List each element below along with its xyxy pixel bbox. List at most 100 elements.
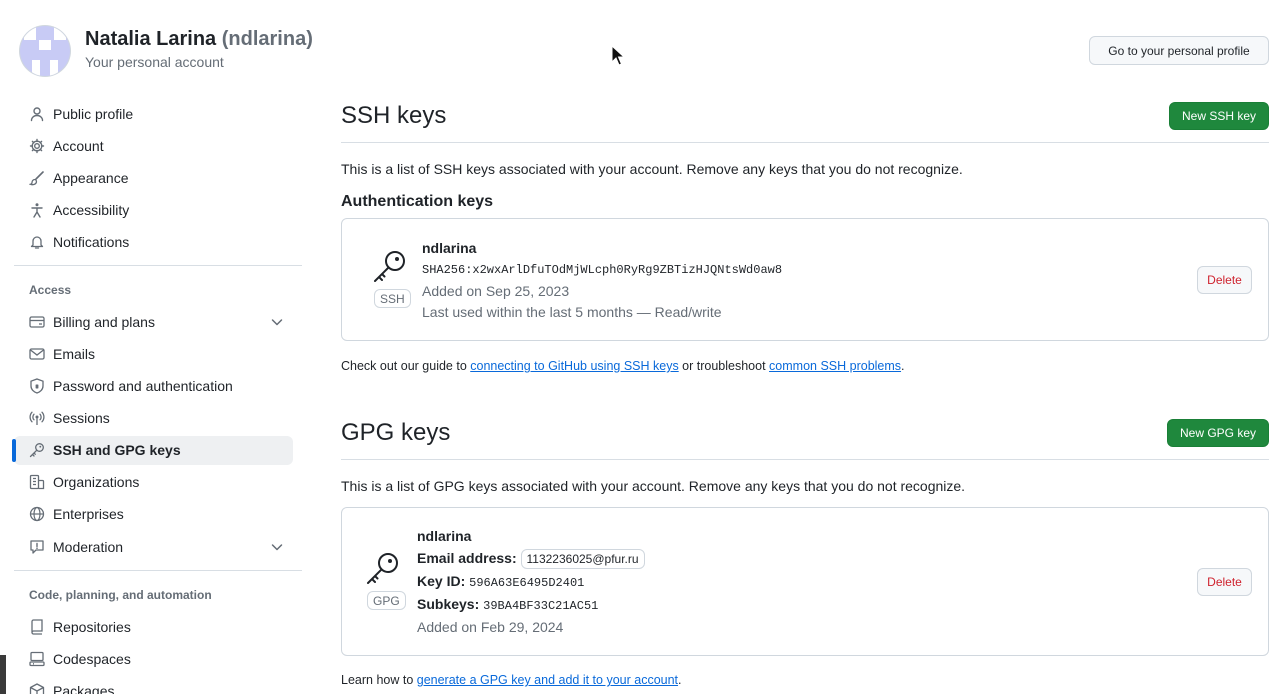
- sidebar-item-label: Repositories: [53, 619, 131, 635]
- sidebar-item-password-authentication[interactable]: Password and authentication: [14, 372, 293, 401]
- sidebar-item-codespaces[interactable]: Codespaces: [14, 645, 293, 674]
- organization-icon: [29, 474, 45, 490]
- gpg-keys-heading: GPG keys: [341, 419, 451, 446]
- sidebar-item-moderation[interactable]: Moderation: [14, 533, 293, 562]
- go-to-profile-button[interactable]: Go to your personal profile: [1089, 36, 1269, 65]
- sidebar-item-repositories[interactable]: Repositories: [14, 613, 293, 642]
- gpg-key-id-row: Key ID: 596A63E6495D2401: [417, 573, 584, 590]
- ssh-guide-prefix: Check out our guide to: [341, 359, 471, 373]
- ssh-key-type-badge: SSH: [374, 289, 411, 308]
- key-icon: [374, 251, 405, 282]
- sidebar-item-enterprises[interactable]: Enterprises: [14, 500, 293, 529]
- sidebar-item-label: Enterprises: [53, 506, 124, 522]
- sidebar-item-public-profile[interactable]: Public profile: [14, 100, 293, 129]
- codespaces-icon: [29, 651, 45, 667]
- sidebar-item-label: Moderation: [53, 539, 124, 555]
- gpg-subkeys-label: Subkeys:: [417, 596, 480, 612]
- sidebar-item-packages[interactable]: Packages: [14, 677, 293, 694]
- gpg-key-added-date: Added on Feb 29, 2024: [417, 619, 564, 635]
- gpg-key-type-badge: GPG: [367, 591, 406, 610]
- sidebar-heading-access: Access: [29, 283, 72, 297]
- gpg-key-title: ndlarina: [417, 528, 472, 544]
- gpg-description: This is a list of GPG keys associated wi…: [341, 478, 966, 494]
- ssh-key-last-used: Last used within the last 5 months — Rea…: [422, 304, 722, 320]
- ssh-guide-suffix: .: [901, 359, 905, 373]
- gpg-learn-text: Learn how to generate a GPG key and add …: [341, 673, 682, 687]
- gpg-subkeys-row: Subkeys: 39BA4BF33C21AC51: [417, 596, 598, 613]
- sidebar-item-sessions[interactable]: Sessions: [14, 404, 293, 433]
- sidebar-item-emails[interactable]: Emails: [14, 340, 293, 369]
- gpg-keyid-value: 596A63E6495D2401: [469, 576, 585, 590]
- window-edge: [0, 655, 6, 694]
- delete-gpg-key-button[interactable]: Delete: [1197, 568, 1252, 596]
- gpg-key-email-row: Email address: 1132236025@pfur.ru: [417, 549, 645, 569]
- key-icon: [29, 443, 44, 458]
- sidebar-item-label: Password and authentication: [53, 378, 233, 394]
- sidebar-item-notifications[interactable]: Notifications: [14, 228, 293, 257]
- gear-icon: [29, 138, 45, 154]
- sidebar-item-label: Appearance: [53, 170, 129, 186]
- gpg-generate-link[interactable]: generate a GPG key and add it to your ac…: [417, 673, 678, 687]
- delete-ssh-key-button[interactable]: Delete: [1197, 266, 1252, 294]
- sidebar-item-accessibility[interactable]: Accessibility: [14, 196, 293, 225]
- sidebar-divider: [14, 265, 302, 266]
- sidebar-item-label: Emails: [53, 346, 96, 362]
- ssh-keys-heading: SSH keys: [341, 102, 447, 129]
- ssh-key-added-date: Added on Sep 25, 2023: [422, 283, 570, 299]
- sidebar-divider: [14, 570, 302, 571]
- mouse-cursor-icon: [611, 45, 625, 66]
- report-icon: [30, 540, 44, 554]
- ssh-guide-middle: or troubleshoot: [678, 359, 770, 373]
- sidebar-item-label: Codespaces: [53, 651, 131, 667]
- sidebar-item-label: Notifications: [53, 234, 130, 250]
- chevron-down-icon[interactable]: [270, 315, 284, 329]
- sidebar-item-label: Billing and plans: [53, 314, 155, 330]
- ssh-guide-link[interactable]: connecting to GitHub using SSH keys: [470, 359, 678, 373]
- gpg-email-label: Email address:: [417, 550, 517, 566]
- shield-lock-icon: [30, 378, 44, 394]
- gpg-learn-prefix: Learn how to: [341, 673, 417, 687]
- sidebar-item-label: Accessibility: [53, 202, 130, 218]
- broadcast-icon: [29, 411, 45, 425]
- ssh-key-title: ndlarina: [422, 240, 477, 256]
- paintbrush-icon: [29, 171, 44, 186]
- ssh-troubleshoot-link[interactable]: common SSH problems: [769, 359, 901, 373]
- sidebar-item-label: Public profile: [53, 106, 134, 122]
- accessibility-icon: [31, 203, 43, 218]
- gpg-subkeys-value: 39BA4BF33C21AC51: [483, 599, 599, 613]
- new-gpg-key-button[interactable]: New GPG key: [1167, 419, 1269, 447]
- sidebar-item-label: Account: [53, 138, 104, 154]
- account-login: (ndlarina): [221, 28, 313, 50]
- sidebar-heading-code: Code, planning, and automation: [29, 588, 212, 602]
- sidebar-item-label: Sessions: [53, 410, 110, 426]
- sidebar-item-label: SSH and GPG keys: [53, 442, 181, 458]
- globe-icon: [29, 506, 45, 522]
- person-icon: [30, 107, 44, 122]
- sidebar-item-ssh-gpg-keys[interactable]: SSH and GPG keys: [12, 436, 293, 465]
- chevron-down-icon[interactable]: [270, 540, 284, 554]
- account-display-name: Natalia Larina: [85, 28, 217, 50]
- repo-icon: [31, 619, 43, 635]
- ssh-key-item: SSH ndlarina SHA256:x2wxArlDfuTOdMjWLcph…: [341, 218, 1269, 341]
- gpg-keyid-label: Key ID:: [417, 573, 466, 589]
- new-ssh-key-button[interactable]: New SSH key: [1169, 102, 1269, 130]
- sidebar-item-appearance[interactable]: Appearance: [14, 164, 293, 193]
- key-icon: [367, 553, 398, 584]
- sidebar-item-label: Organizations: [53, 474, 140, 490]
- ssh-guide-text: Check out our guide to connecting to Git…: [341, 359, 905, 373]
- gpg-email-value: 1132236025@pfur.ru: [520, 549, 645, 569]
- account-name: Natalia Larina (ndlarina): [85, 28, 313, 51]
- account-subtitle: Your personal account: [85, 54, 224, 70]
- avatar[interactable]: [20, 26, 70, 76]
- package-icon: [29, 683, 45, 694]
- sidebar-item-label: Packages: [53, 683, 115, 694]
- sidebar-item-organizations[interactable]: Organizations: [14, 468, 293, 497]
- bell-icon: [30, 236, 44, 249]
- section-divider: [341, 142, 1269, 143]
- mail-icon: [29, 348, 45, 360]
- credit-card-icon: [29, 316, 45, 328]
- gpg-learn-suffix: .: [678, 673, 682, 687]
- gpg-key-item: GPG ndlarina Email address: 1132236025@p…: [341, 507, 1269, 656]
- sidebar-item-billing[interactable]: Billing and plans: [14, 308, 293, 337]
- sidebar-item-account[interactable]: Account: [14, 132, 293, 161]
